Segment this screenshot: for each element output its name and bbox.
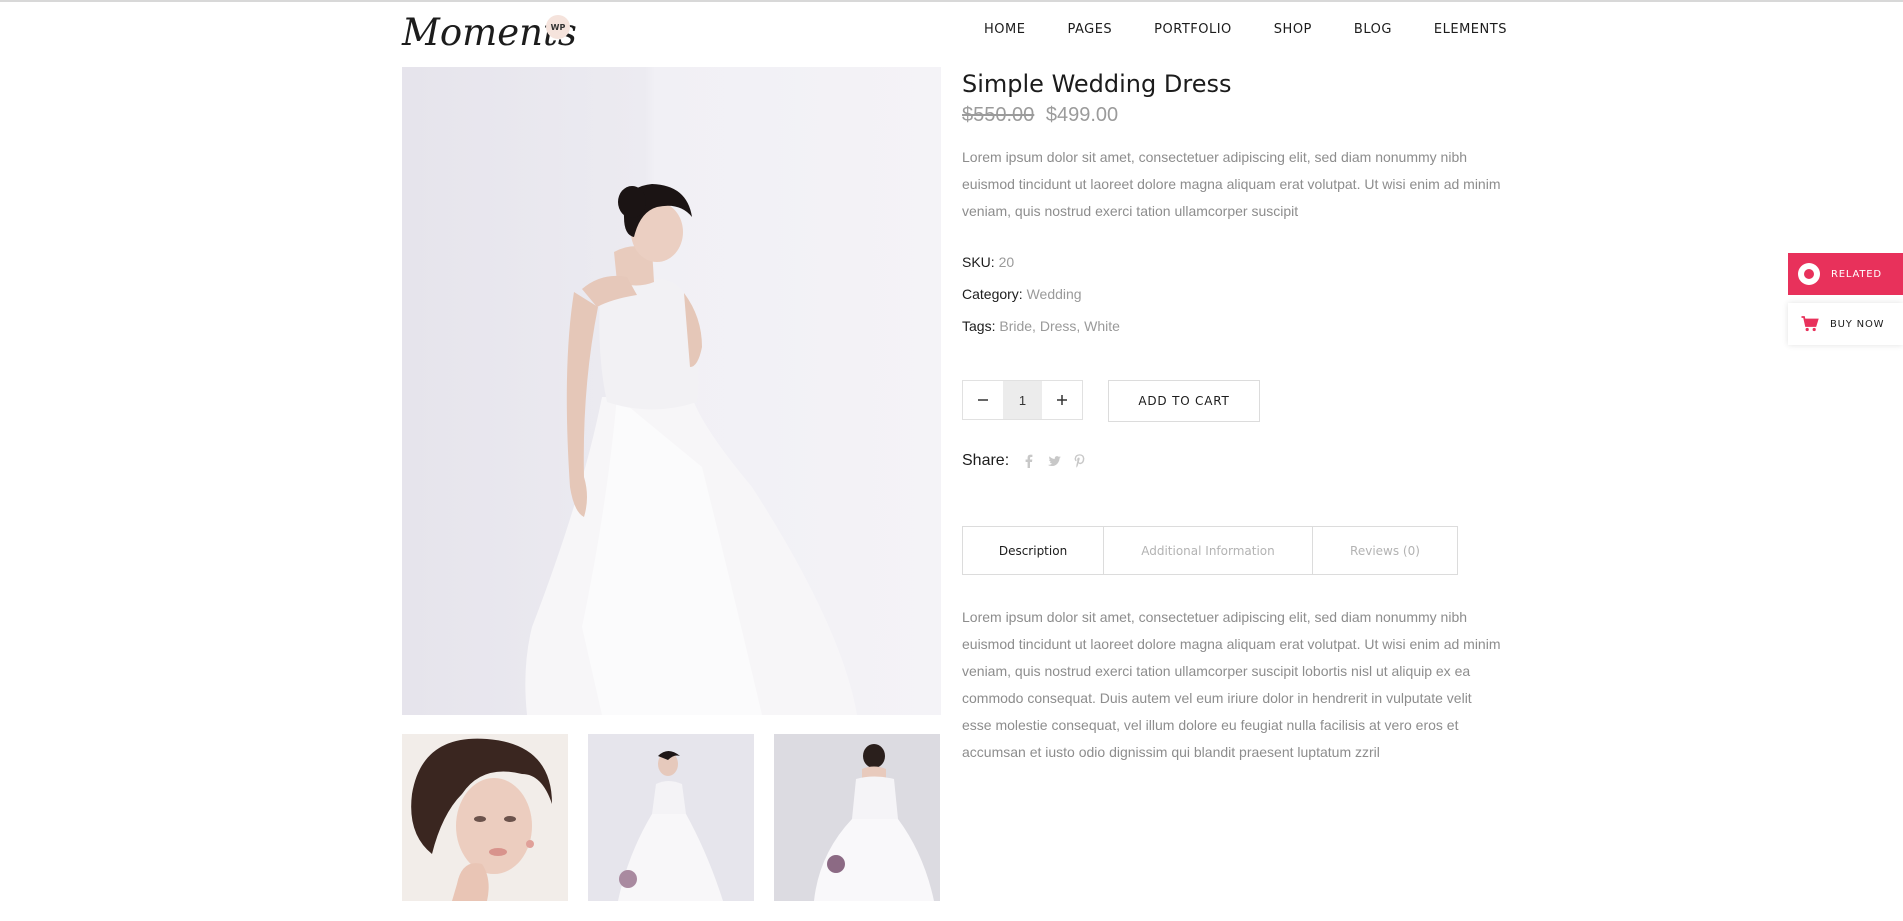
- product-price: $550.00 $499.00: [962, 104, 1118, 127]
- tab-reviews[interactable]: Reviews (0): [1313, 527, 1457, 574]
- thumbnail-3[interactable]: [774, 734, 940, 901]
- bride-photo: [525, 184, 857, 715]
- thumbnail-2[interactable]: [588, 734, 754, 901]
- buy-now-side-button[interactable]: BUY NOW: [1788, 303, 1903, 345]
- nav-shop[interactable]: SHOP: [1274, 22, 1312, 37]
- tab-additional-information[interactable]: Additional Information: [1104, 527, 1313, 574]
- related-label: RELATED: [1831, 268, 1882, 280]
- bride-back-photo: [774, 734, 940, 901]
- tags-label: Tags:: [962, 318, 996, 334]
- thumbnail-1[interactable]: [402, 734, 568, 901]
- quantity-stepper: [962, 380, 1083, 420]
- tag-link-white[interactable]: White: [1084, 318, 1120, 334]
- nav-portfolio[interactable]: PORTFOLIO: [1154, 22, 1232, 37]
- add-to-cart-button[interactable]: ADD TO CART: [1108, 380, 1260, 422]
- decrease-quantity-button[interactable]: [963, 381, 1003, 419]
- cart-icon: [1801, 316, 1819, 332]
- twitter-icon[interactable]: [1047, 453, 1062, 469]
- buy-now-label: BUY NOW: [1830, 318, 1885, 330]
- facebook-icon[interactable]: [1022, 453, 1036, 469]
- portrait-photo: [402, 734, 568, 901]
- share-label: Share:: [962, 452, 1010, 469]
- main-product-image[interactable]: [402, 67, 941, 715]
- increase-quantity-button[interactable]: [1042, 381, 1082, 419]
- tag-link-dress[interactable]: Dress: [1040, 318, 1077, 334]
- tag-link-bride[interactable]: Bride: [999, 318, 1032, 334]
- pinterest-icon[interactable]: [1072, 453, 1086, 469]
- minus-icon: [978, 399, 988, 401]
- sku-row: SKU: 20: [962, 254, 1014, 270]
- product-title: Simple Wedding Dress: [962, 70, 1232, 98]
- nav-blog[interactable]: BLOG: [1354, 22, 1392, 37]
- category-row: Category: Wedding: [962, 286, 1082, 302]
- related-side-button[interactable]: RELATED: [1788, 253, 1903, 295]
- sku-value: 20: [998, 254, 1015, 270]
- top-border: [0, 0, 1903, 2]
- product-tabs: Description Additional Information Revie…: [962, 526, 1458, 575]
- short-description: Lorem ipsum dolor sit amet, consectetuer…: [962, 149, 1501, 219]
- main-nav: HOME PAGES PORTFOLIO SHOP BLOG ELEMENTS: [984, 22, 1507, 37]
- category-link[interactable]: Wedding: [1027, 286, 1082, 302]
- bride-front-photo: [588, 734, 754, 901]
- tags-row: Tags: Bride, Dress, White: [962, 318, 1120, 334]
- old-price: $550.00: [962, 104, 1035, 126]
- related-icon: [1798, 263, 1820, 285]
- logo[interactable]: Moments WP: [402, 12, 577, 54]
- sku-label: SKU:: [962, 254, 995, 270]
- nav-home[interactable]: HOME: [984, 22, 1025, 37]
- current-price: $499.00: [1045, 104, 1119, 126]
- category-label: Category:: [962, 286, 1023, 302]
- quantity-input[interactable]: [1003, 381, 1042, 419]
- plus-icon: [1057, 395, 1067, 405]
- share-row: Share:: [962, 452, 1086, 470]
- nav-pages[interactable]: PAGES: [1067, 22, 1112, 37]
- logo-badge: WP: [546, 15, 570, 39]
- nav-elements[interactable]: ELEMENTS: [1434, 22, 1507, 37]
- tab-description[interactable]: Description: [963, 527, 1104, 574]
- description-content: Lorem ipsum dolor sit amet, consectetuer…: [962, 609, 1501, 760]
